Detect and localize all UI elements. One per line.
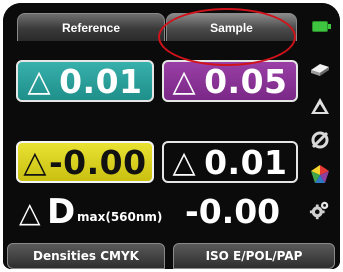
delta-black-box: △ 0.01: [162, 141, 298, 183]
paper-icon[interactable]: [309, 59, 331, 81]
settings-gear-icon[interactable]: [309, 199, 331, 221]
dmax-value: -0.00: [185, 192, 281, 231]
instrument-screen: Reference Sample △ 0.01 △ 0.05 △ -0.00 △…: [3, 3, 340, 269]
delta-magenta-value: 0.05: [204, 61, 288, 101]
delta-magenta-box: △ 0.05: [162, 60, 298, 102]
delta-yellow-box: △ -0.00: [16, 141, 154, 183]
battery-icon: [312, 21, 332, 32]
delta-yellow-value: -0.00: [48, 142, 147, 182]
tab-sample[interactable]: Sample: [166, 13, 297, 41]
dmax-letter: D: [47, 192, 76, 232]
delta-symbol: △: [23, 144, 47, 180]
no-filter-icon[interactable]: [309, 129, 331, 151]
delta-cyan-value: 0.01: [59, 61, 143, 101]
color-wheel-icon[interactable]: [309, 163, 331, 185]
dmax-subscript: max(560nm): [77, 210, 163, 224]
delta-symbol: △: [172, 63, 197, 99]
densities-cmyk-button[interactable]: Densities CMYK: [7, 243, 165, 269]
dmax-row: △ D max(560nm) -0.00: [19, 192, 309, 232]
tab-bar: Reference Sample: [3, 3, 340, 41]
iso-standard-button[interactable]: ISO E/POL/PAP: [173, 243, 335, 269]
delta-black-value: 0.01: [204, 142, 288, 182]
tab-reference[interactable]: Reference: [17, 13, 165, 41]
delta-symbol: △: [19, 196, 41, 229]
delta-symbol: △: [172, 144, 197, 180]
delta-icon[interactable]: [309, 95, 331, 117]
delta-symbol: △: [27, 63, 52, 99]
bottom-bar: Densities CMYK ISO E/POL/PAP: [3, 241, 340, 269]
delta-cyan-box: △ 0.01: [16, 60, 154, 102]
